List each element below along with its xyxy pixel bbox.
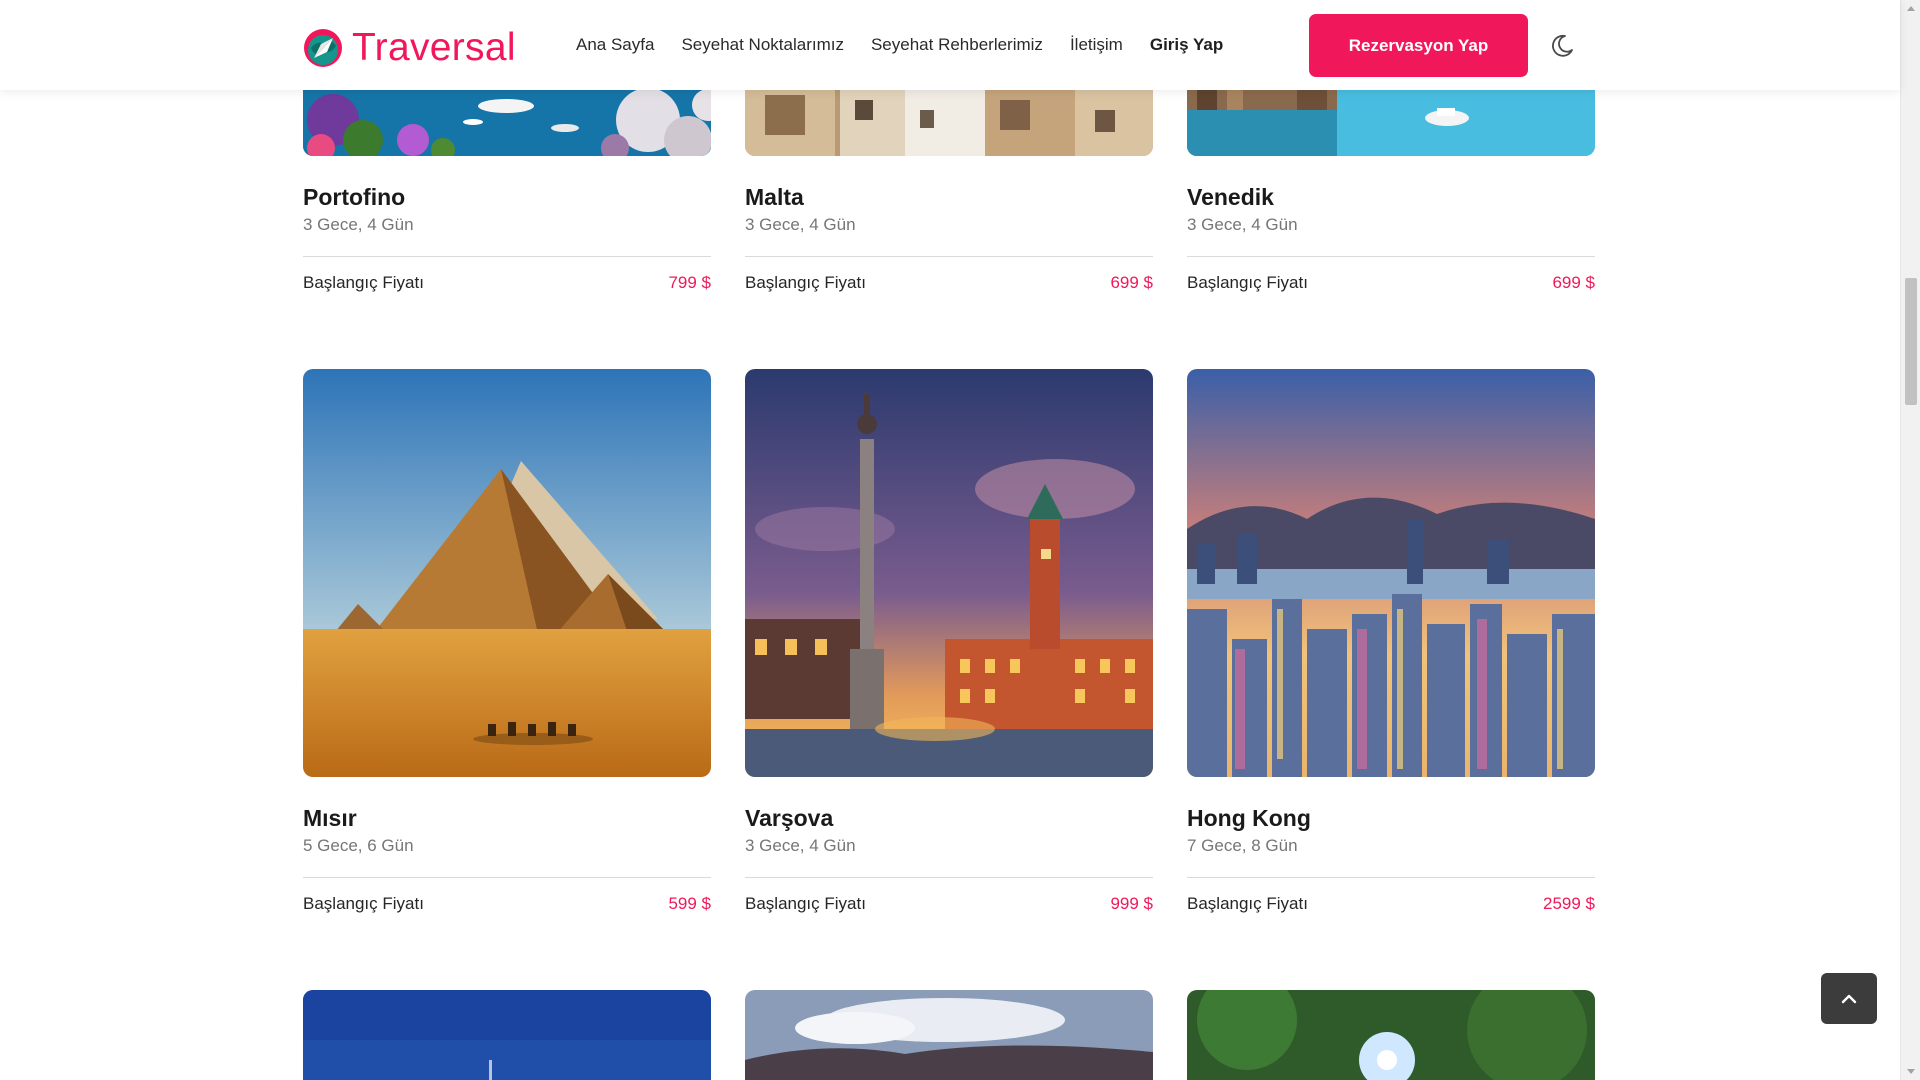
scrollbar-thumb[interactable] [1905,278,1917,405]
card-divider [745,877,1153,878]
destination-duration: 5 Gece, 6 Gün [303,836,414,855]
price-label: Başlangıç Fiyatı [745,273,866,292]
reservation-button[interactable]: Rezervasyon Yap [1309,14,1528,77]
card-divider [303,877,711,878]
nav-guides[interactable]: Seyehat Rehberlerimiz [871,33,1043,57]
destination-name: Varşova [745,805,834,831]
card-divider [1187,877,1595,878]
price-label: Başlangıç Fiyatı [303,894,424,913]
price-value: 599 $ [668,894,711,913]
price-value: 699 $ [1110,273,1153,292]
destination-duration: 3 Gece, 4 Gün [745,836,856,855]
chevron-up-icon [1841,994,1857,1004]
hong-kong-photo [1187,369,1595,777]
price-row: Başlangıç Fiyatı 699 $ [1187,272,1595,294]
destination-name: Mısır [303,805,357,831]
price-value: 699 $ [1552,273,1595,292]
back-to-top-button[interactable] [1821,973,1877,1024]
site-header: Traversal Ana Sayfa Seyehat Noktalarımız… [0,0,1900,90]
misir-image[interactable] [303,369,711,777]
destination-photo [1187,990,1595,1080]
destination-duration: 3 Gece, 4 Gün [1187,215,1298,234]
price-label: Başlangıç Fiyatı [303,273,424,292]
page-scrollbar[interactable] [1900,0,1920,1080]
compass-globe-logo-icon [304,29,342,67]
destination-photo [745,990,1153,1080]
destination-card-misir[interactable]: Mısır 5 Gece, 6 Gün Başlangıç Fiyatı 599… [303,369,711,915]
destination-card-row3-3[interactable] [1187,990,1595,1080]
destination-card-varsova[interactable]: Varşova 3 Gece, 4 Gün Başlangıç Fiyatı 9… [745,369,1153,915]
price-value: 799 $ [668,273,711,292]
scroll-up-arrow[interactable] [1907,6,1915,11]
brand-name: Traversal [352,26,516,69]
scroll-down-arrow[interactable] [1907,1069,1915,1074]
nav-home[interactable]: Ana Sayfa [576,33,654,57]
price-row: Başlangıç Fiyatı 699 $ [745,272,1153,294]
logo[interactable]: Traversal [303,28,516,68]
destination-duration: 3 Gece, 4 Gün [745,215,856,234]
destination-image[interactable] [1187,990,1595,1080]
varsova-image[interactable] [745,369,1153,777]
nav-contact[interactable]: İletişim [1070,33,1123,57]
destination-card-row3-1[interactable] [303,990,711,1080]
main-nav: Ana Sayfa Seyehat Noktalarımız Seyehat R… [576,33,1250,57]
varsova-photo [745,369,1153,777]
destination-image[interactable] [745,990,1153,1080]
price-row: Başlangıç Fiyatı 999 $ [745,893,1153,915]
price-value: 2599 $ [1543,894,1595,913]
price-label: Başlangıç Fiyatı [745,894,866,913]
destination-name: Portofino [303,184,406,210]
card-divider [745,256,1153,257]
destination-image[interactable] [303,990,711,1080]
destination-duration: 7 Gece, 8 Gün [1187,836,1298,855]
card-divider [1187,256,1595,257]
moon-icon[interactable] [1549,33,1575,59]
price-label: Başlangıç Fiyatı [1187,894,1308,913]
price-label: Başlangıç Fiyatı [1187,273,1308,292]
card-divider [303,256,711,257]
destination-photo [303,990,711,1080]
price-row: Başlangıç Fiyatı 599 $ [303,893,711,915]
destination-card-row3-2[interactable] [745,990,1153,1080]
hong-kong-image[interactable] [1187,369,1595,777]
destination-name: Hong Kong [1187,805,1311,831]
nav-destinations[interactable]: Seyehat Noktalarımız [681,33,844,57]
nav-login[interactable]: Giriş Yap [1150,33,1223,57]
destination-name: Malta [745,184,804,210]
destination-card-hong-kong[interactable]: Hong Kong 7 Gece, 8 Gün Başlangıç Fiyatı… [1187,369,1595,915]
destination-duration: 3 Gece, 4 Gün [303,215,414,234]
price-row: Başlangıç Fiyatı 799 $ [303,272,711,294]
misir-photo [303,369,711,777]
price-row: Başlangıç Fiyatı 2599 $ [1187,893,1595,915]
destination-name: Venedik [1187,184,1274,210]
price-value: 999 $ [1110,894,1153,913]
